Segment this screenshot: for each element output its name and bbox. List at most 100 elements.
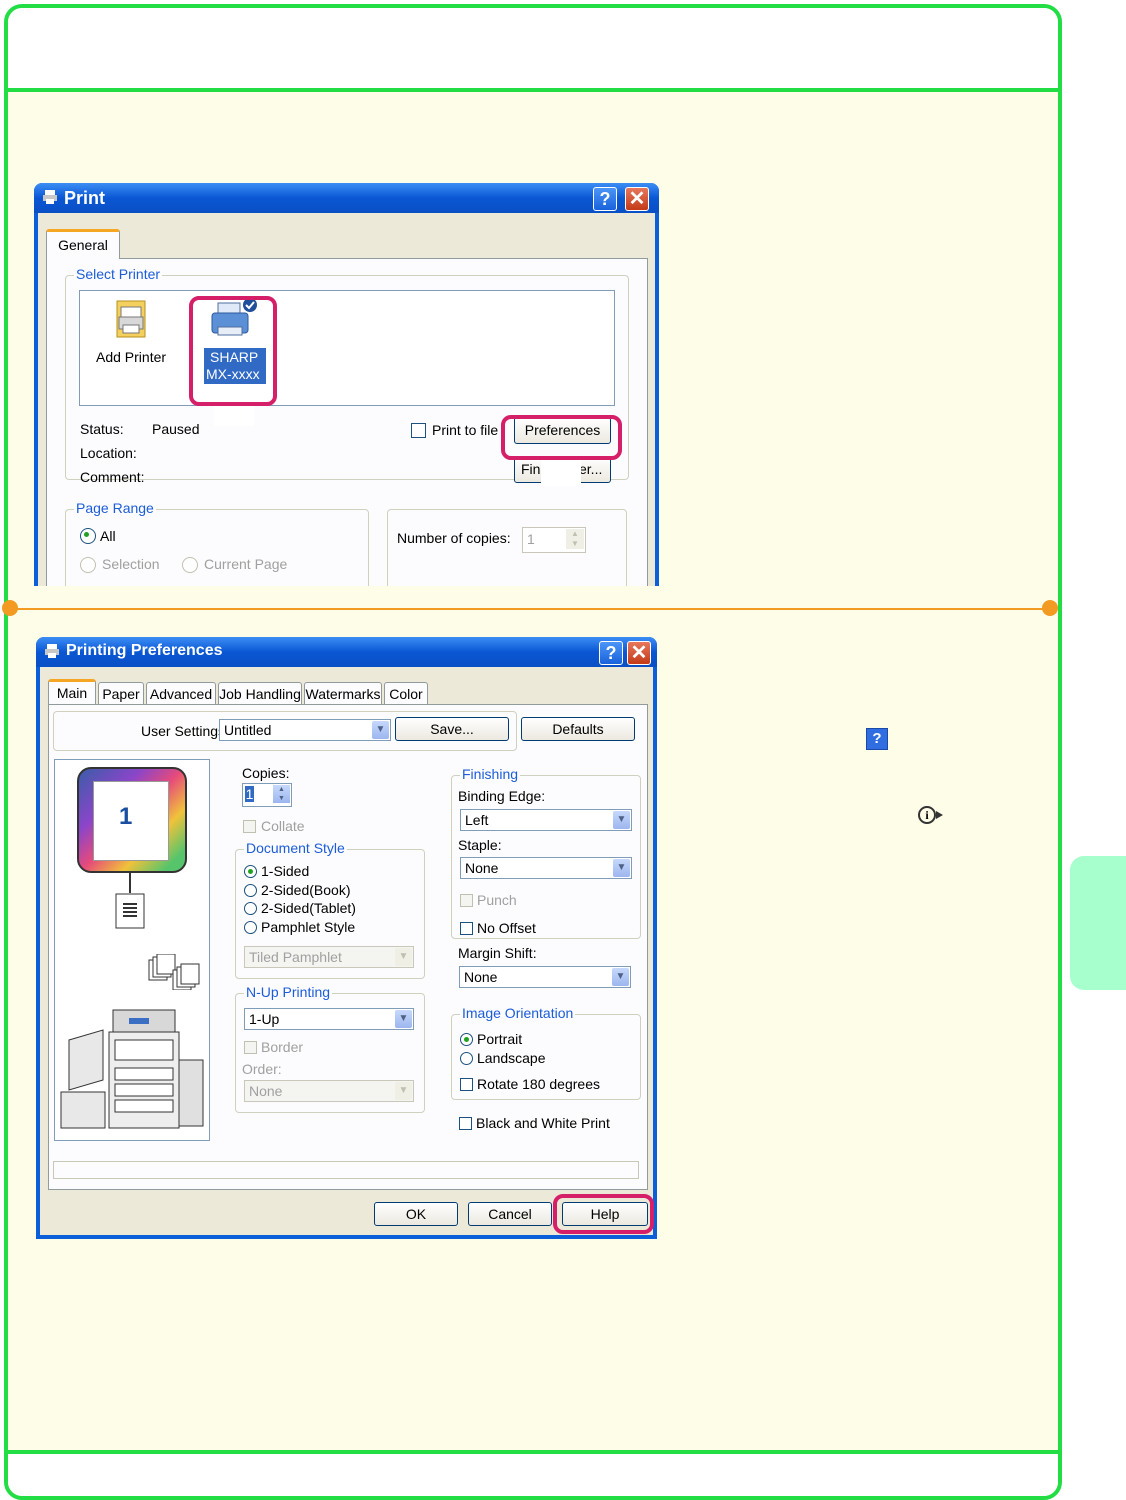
landscape-radio[interactable] (460, 1052, 473, 1065)
find-printer-right: er... (579, 461, 603, 477)
bw-checkbox[interactable] (459, 1117, 472, 1130)
step-divider (12, 608, 1050, 610)
page-range-title: Page Range (74, 500, 156, 516)
chevron-down-icon: ▼ (395, 948, 412, 966)
orientation-title: Image Orientation (460, 1005, 576, 1021)
range-selection-label: Selection (102, 556, 160, 572)
nup-title: N-Up Printing (244, 984, 333, 1000)
finishing-group: Finishing Binding Edge: Left ▼ Staple: N… (451, 766, 641, 939)
nup-combo[interactable]: 1-Up ▼ (244, 1008, 414, 1030)
single-sheet-icon (115, 893, 145, 929)
collate-label: Collate (261, 818, 305, 834)
title-close-button[interactable]: ✕ (625, 187, 649, 211)
no-offset-checkbox[interactable] (460, 922, 473, 935)
binding-edge-combo[interactable]: Left ▼ (460, 809, 632, 831)
highlight-help (553, 1194, 654, 1234)
document-style-group: Document Style 1-Sided 2-Sided(Book) 2-S… (235, 840, 425, 979)
prefs-main-panel: User Settings: Untitled ▼ Save... Defaul… (48, 704, 648, 1190)
range-current-label: Current Page (204, 556, 288, 572)
cancel-button[interactable]: Cancel (468, 1202, 552, 1226)
copies-stack-icon (148, 954, 200, 990)
margin-shift-label: Margin Shift: (458, 945, 537, 961)
portrait-radio[interactable] (460, 1033, 473, 1046)
divider-dot-left (2, 600, 18, 616)
chapter-side-tab (1070, 856, 1126, 990)
tab-color[interactable]: Color (384, 682, 428, 704)
title-close-button[interactable]: ✕ (627, 641, 651, 665)
select-printer-title: Select Printer (74, 266, 163, 282)
tab-paper[interactable]: Paper (98, 682, 144, 704)
chevron-down-icon: ▼ (613, 859, 630, 877)
copies-spinner[interactable]: 1 ▲ ▼ (242, 783, 292, 807)
copies-spinner-arrows[interactable]: ▲ ▼ (566, 529, 584, 549)
print-dialog: Print ? ✕ Select Printer Add Printer SHA… (34, 183, 659, 586)
callout-tail-printer (214, 406, 254, 426)
user-settings-label: User Settings: (141, 723, 229, 739)
doc-2sided-book-radio[interactable] (244, 884, 257, 897)
copies-spinner[interactable]: 1 ▲ ▼ (522, 527, 586, 553)
tab-job-handling[interactable]: Job Handling (218, 682, 302, 704)
printer-list[interactable]: Add Printer SHARP MX-xxxx (79, 290, 615, 406)
doc-2sided-tablet-label: 2-Sided(Tablet) (261, 900, 356, 916)
tab-watermarks[interactable]: Watermarks (304, 682, 382, 704)
staple-label: Staple: (458, 837, 502, 853)
callout-tail-preferences (541, 460, 581, 486)
range-all-radio[interactable] (80, 528, 96, 544)
punch-checkbox[interactable] (460, 894, 473, 907)
doc-pamphlet-label: Pamphlet Style (261, 919, 356, 935)
order-combo[interactable]: None ▼ (244, 1080, 414, 1102)
doc-pamphlet-radio[interactable] (244, 921, 257, 934)
finishing-title: Finishing (460, 766, 521, 782)
copies-spinner-arrows[interactable]: ▲ ▼ (273, 785, 290, 803)
border-label: Border (261, 1039, 304, 1055)
printer-small-icon (45, 644, 59, 658)
pamphlet-combo[interactable]: Tiled Pamphlet ▼ (244, 946, 414, 968)
tab-main[interactable]: Main (48, 679, 96, 704)
doc-1sided-radio[interactable] (244, 865, 257, 878)
preview-page-number: 1 (119, 803, 133, 830)
help-icon: ? (866, 728, 888, 750)
border-checkbox[interactable] (244, 1041, 257, 1054)
tab-advanced[interactable]: Advanced (146, 682, 216, 704)
title-help-button[interactable]: ? (599, 641, 623, 665)
rotate-checkbox[interactable] (460, 1078, 473, 1091)
nup-group: N-Up Printing 1-Up ▼ Border Order: None … (235, 984, 425, 1113)
bw-label: Black and White Print (476, 1115, 610, 1131)
chevron-down-icon: ▼ (612, 968, 629, 986)
status-value: Paused (152, 421, 200, 437)
save-button[interactable]: Save... (395, 717, 509, 741)
chevron-down-icon: ▼ (613, 811, 630, 829)
print-to-file-checkbox[interactable] (411, 423, 426, 438)
range-selection-radio[interactable] (80, 557, 96, 573)
doc-2sided-tablet-radio[interactable] (244, 902, 257, 915)
page-header (8, 8, 1058, 92)
range-current-radio[interactable] (182, 557, 198, 573)
status-label: Status: (80, 421, 124, 437)
copies-label: Copies: (242, 765, 290, 781)
divider-dot-right (1042, 600, 1058, 616)
rotate-label: Rotate 180 degrees (477, 1076, 600, 1092)
user-settings-combo[interactable]: Untitled ▼ (219, 719, 391, 741)
add-printer-icon (116, 300, 146, 338)
staple-combo[interactable]: None ▼ (460, 857, 632, 879)
defaults-button[interactable]: Defaults (521, 717, 635, 741)
printer-small-icon (43, 190, 57, 204)
comment-label: Comment: (80, 469, 145, 485)
portrait-label: Portrait (477, 1031, 523, 1047)
highlight-printer (189, 296, 277, 406)
orientation-group: Image Orientation Portrait Landscape Rot… (451, 1005, 641, 1100)
tab-general[interactable]: General (46, 229, 120, 259)
ok-button[interactable]: OK (374, 1202, 458, 1226)
preview-pane: 1 (54, 759, 210, 1141)
margin-shift-combo[interactable]: None ▼ (459, 966, 631, 988)
doc-2sided-book-label: 2-Sided(Book) (261, 882, 351, 898)
page-footer (8, 1450, 1058, 1496)
prefs-dialog-title: Printing Preferences (66, 642, 223, 659)
collate-checkbox[interactable] (243, 820, 256, 833)
location-label: Location: (80, 445, 137, 461)
copies-label: Number of copies: (397, 530, 511, 546)
no-offset-label: No Offset (477, 920, 536, 936)
chevron-down-icon: ▼ (372, 721, 389, 739)
chevron-down-icon: ▼ (395, 1010, 412, 1028)
title-help-button[interactable]: ? (593, 187, 617, 211)
